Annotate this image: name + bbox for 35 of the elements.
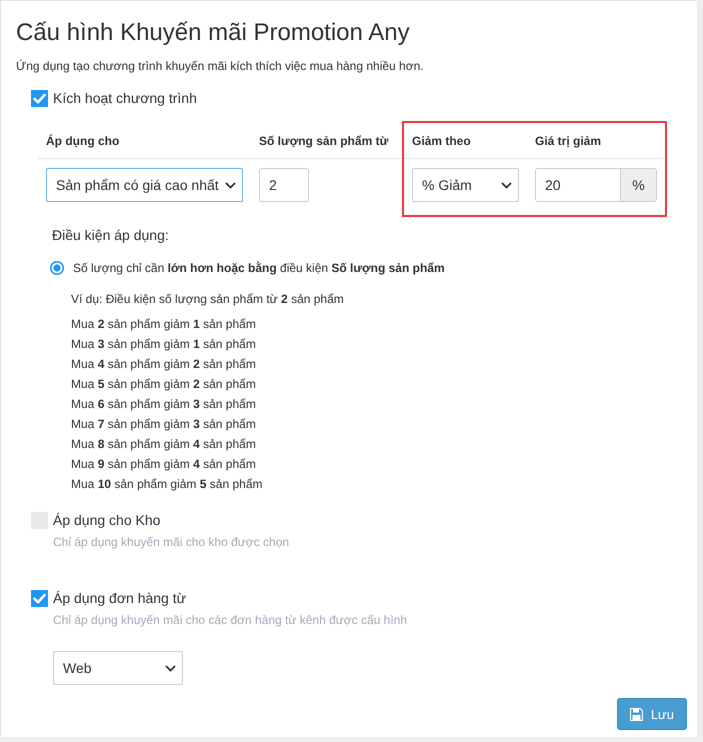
checkbox[interactable] <box>31 90 48 106</box>
number-field[interactable]: 20 <box>535 168 621 202</box>
column-header: Giảm theo <box>412 134 471 148</box>
example-line: Mua 9 sản phẩm giảm 4 sản phẩm <box>71 456 257 473</box>
radio-label: Số lượng chỉ cần lớn hơn hoặc bằng điều kiện Số lượng sản phẩm <box>73 260 445 276</box>
column-header: Áp dụng cho <box>46 134 120 148</box>
example-line: Mua 5 sản phẩm giảm 2 sản phẩm <box>71 376 257 393</box>
example-line: Mua 10 sản phẩm giảm 5 sản phẩm <box>71 476 264 493</box>
page-description: Ứng dụng tạo chương trình khuyến mãi kích thích việc mua hàng nhiều hơn. <box>16 58 425 74</box>
example-line: Mua 6 sản phẩm giảm 3 sản phẩm <box>71 396 257 413</box>
column-header: Số lượng sản phẩm từ <box>259 134 388 148</box>
example-line: Mua 7 sản phẩm giảm 3 sản phẩm <box>71 416 257 433</box>
dropdown[interactable]: % Giảm <box>412 168 519 202</box>
example-line: Mua 3 sản phẩm giảm 1 sản phẩm <box>71 336 257 353</box>
column-header: Giá trị giảm <box>535 134 602 148</box>
checkbox-label: Áp dụng đơn hàng từ <box>53 589 186 608</box>
radio-button[interactable] <box>50 261 64 275</box>
conditions-heading: Điều kiện áp dụng: <box>52 226 170 245</box>
dropdown[interactable]: Sản phẩm có giá cao nhất <box>46 168 243 202</box>
example-text: Ví dụ: Điều kiện số lượng sản phẩm từ 2 sản phẩm <box>71 291 345 307</box>
hint-text: Chỉ áp dụng khuyến mãi cho kho được chọn <box>53 534 290 550</box>
dropdown[interactable]: Web <box>53 651 183 685</box>
example-line: Mua 4 sản phẩm giảm 2 sản phẩm <box>71 356 257 373</box>
number-field[interactable]: 2 <box>259 168 309 202</box>
checkbox-label: Kích hoạt chương trình <box>53 89 197 108</box>
hint-text: Chỉ áp dụng khuyến mãi cho các đơn hàng từ kênh được cấu hình <box>53 612 408 628</box>
chevron-down-icon <box>225 182 236 188</box>
example-line: Mua 2 sản phẩm giảm 1 sản phẩm <box>71 316 257 333</box>
example-line: Mua 8 sản phẩm giảm 4 sản phẩm <box>71 436 257 453</box>
chevron-down-icon <box>501 182 512 188</box>
checkbox[interactable] <box>31 590 48 606</box>
chevron-down-icon <box>165 664 176 672</box>
page-title: Cấu hình Khuyến mãi Promotion Any <box>16 18 411 48</box>
checkbox-label: Áp dụng cho Kho <box>53 511 160 530</box>
unit-addon: % <box>621 168 657 202</box>
